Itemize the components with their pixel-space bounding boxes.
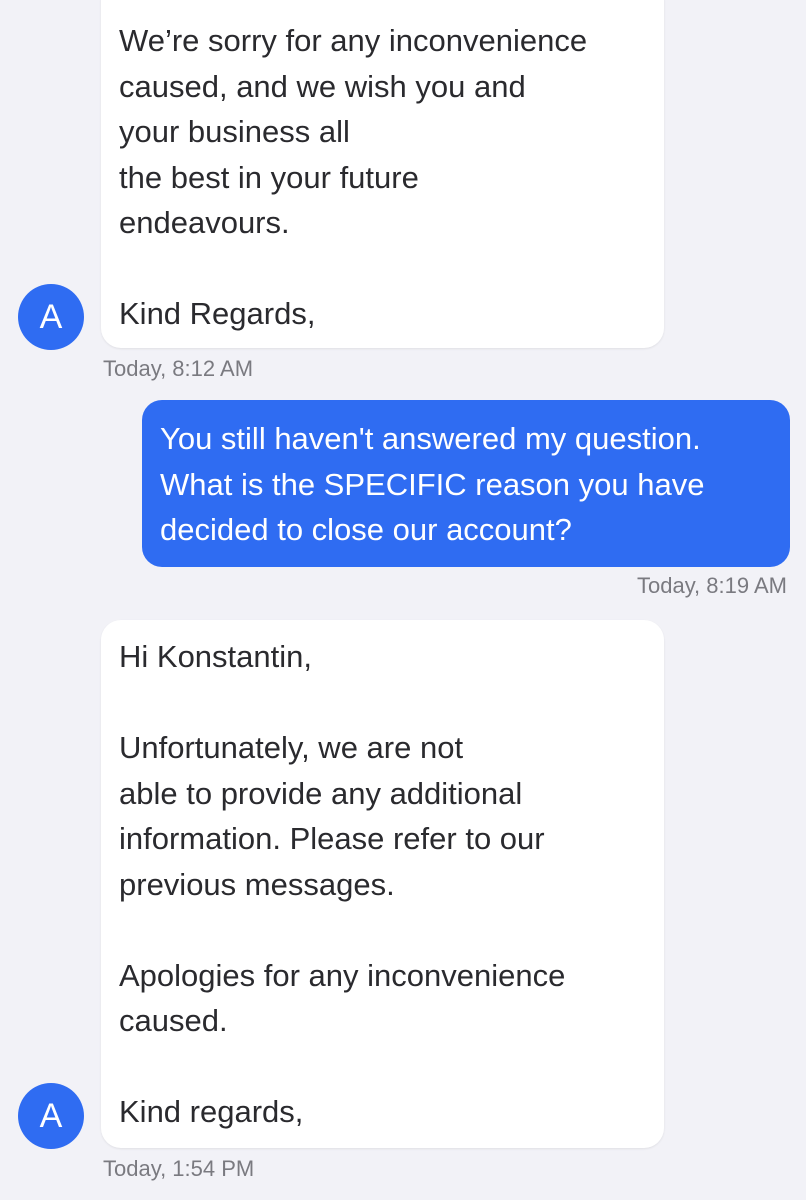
message-text-line: information. Please refer to our xyxy=(119,821,545,856)
message-text-line: Hi Konstantin, xyxy=(119,639,312,674)
message-text-line xyxy=(119,907,650,953)
message-text-line: the best in your future xyxy=(119,159,419,195)
message-text-line: What is the SPECIFIC reason you have xyxy=(160,466,705,502)
message-text-line xyxy=(119,680,650,726)
message-text-line: able to provide any additional xyxy=(119,775,523,811)
message-timestamp: Today, 8:19 AM xyxy=(636,573,787,598)
outgoing-message-bubble: You still haven't answered my question. … xyxy=(142,400,790,567)
message-text-line xyxy=(119,1044,650,1090)
avatar-letter: A xyxy=(39,297,63,336)
agent-avatar[interactable]: A xyxy=(18,1083,84,1149)
incoming-message-bubble: Hi Konstantin, Unfortunately, we are not… xyxy=(101,620,664,1148)
message-text-line: Kind regards, xyxy=(119,1094,304,1129)
message-text-line: decided to close our account? xyxy=(160,512,572,547)
message-text-line: We’re sorry for any inconvenience xyxy=(119,23,588,58)
message-text-line: You still haven't answered my question. xyxy=(160,421,701,456)
message-text-line: Unfortunately, we are not xyxy=(119,730,464,765)
message-text-line: Kind Regards, xyxy=(119,296,316,331)
message-text-line: caused, and we wish you and xyxy=(119,68,526,104)
message-text-line: previous messages. xyxy=(119,866,395,902)
message-timestamp: Today, 8:12 AM xyxy=(103,356,254,381)
message-text-line xyxy=(119,246,650,292)
message-text-line: caused. xyxy=(119,1003,228,1038)
message-text-line: Apologies for any inconvenience xyxy=(119,957,566,993)
message-text-line: your business all xyxy=(119,114,350,149)
agent-avatar[interactable]: A xyxy=(18,284,84,350)
avatar-letter: A xyxy=(39,1096,63,1135)
message-text-line: endeavours. xyxy=(119,205,290,240)
message-timestamp: Today, 1:54 PM xyxy=(103,1156,255,1181)
incoming-message-bubble: We’re sorry for any inconvenience caused… xyxy=(101,0,664,348)
